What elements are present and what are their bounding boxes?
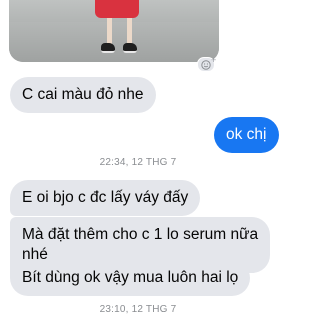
message-incoming[interactable]: E oi bjo c đc lấy váy đấy bbox=[10, 180, 201, 216]
message-text: C cai màu đỏ nhe bbox=[22, 86, 144, 103]
photo-right-shoe bbox=[123, 43, 137, 53]
reaction-plus-icon[interactable]: + bbox=[211, 56, 216, 65]
photo-red-dress bbox=[95, 0, 139, 18]
message-incoming[interactable]: C cai màu đỏ nhe bbox=[10, 77, 156, 113]
message-incoming[interactable]: Bít dùng ok vậy mua luôn hai lọ bbox=[10, 260, 251, 296]
message-text: Bít dùng ok vậy mua luôn hai lọ bbox=[22, 269, 239, 286]
photo-attachment[interactable] bbox=[9, 0, 219, 62]
smiley-icon bbox=[201, 59, 211, 70]
photo-floor bbox=[9, 22, 219, 62]
photo-right-leg bbox=[127, 18, 132, 44]
message-outgoing[interactable]: ok chị bbox=[214, 117, 279, 153]
message-text: E oi bjo c đc lấy váy đấy bbox=[22, 189, 189, 206]
message-text-line: Mà đặt thêm cho c 1 lo serum nữa bbox=[22, 226, 259, 243]
timestamp: 23:10, 12 THG 7 bbox=[99, 304, 177, 315]
timestamp: 22:34, 12 THG 7 bbox=[99, 157, 177, 168]
photo-left-leg bbox=[107, 18, 112, 44]
message-text: ok chị bbox=[226, 126, 267, 143]
photo-left-shoe bbox=[101, 43, 115, 53]
